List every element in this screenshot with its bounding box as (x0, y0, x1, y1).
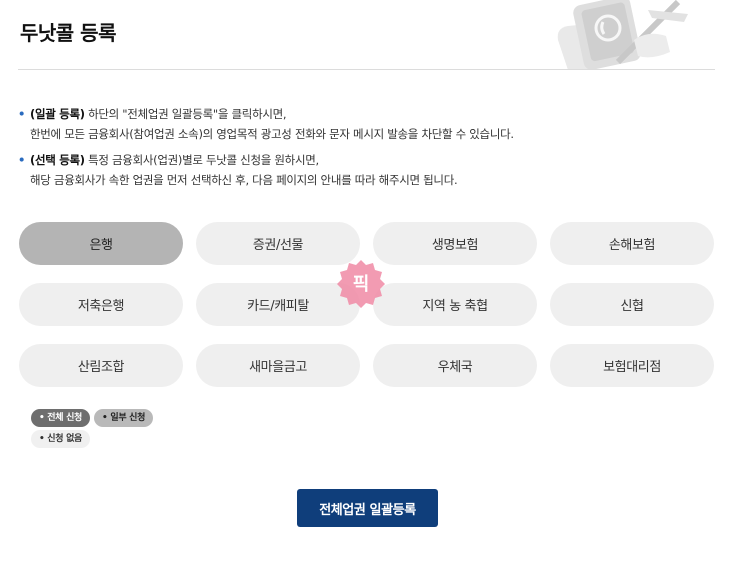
category-credit-union-button[interactable]: 신협 (550, 283, 714, 326)
note-bulk-registration: • (일괄 등록) 하단의 "전체업권 일괄등록"을 클릭하시면, 한번에 모든… (18, 104, 708, 144)
instruction-notes: • (일괄 등록) 하단의 "전체업권 일괄등록"을 클릭하시면, 한번에 모든… (18, 104, 708, 196)
note-text: 하단의 "전체업권 일괄등록"을 클릭하시면, (84, 107, 287, 121)
category-local-cooperative-button[interactable]: 지역 농 축협 (373, 283, 537, 326)
legend-no-application: • 신청 없음 (31, 430, 91, 448)
phone-block-illustration (557, 0, 688, 70)
category-community-credit-button[interactable]: 새마을금고 (196, 344, 360, 387)
note-heading: (선택 등록) (30, 153, 85, 167)
note-heading: (일괄 등록) (30, 107, 85, 121)
legend-partial-application: • 일부 신청 (94, 409, 154, 427)
category-bank-button[interactable]: 은행 (19, 222, 183, 265)
status-legend: • 전체 신청 • 일부 신청 • 신청 없음 (31, 409, 191, 451)
note-text: 해당 금융회사가 속한 업권을 먼저 선택하신 후, 다음 페이지의 안내를 따… (30, 173, 458, 187)
category-forestry-cooperative-button[interactable]: 산림조합 (19, 344, 183, 387)
note-text: 한번에 모든 금융회사(참여업권 소속)의 영업목적 광고성 전화와 문자 메시… (30, 127, 514, 141)
category-non-life-insurance-button[interactable]: 손해보험 (550, 222, 714, 265)
category-insurance-agency-button[interactable]: 보험대리점 (550, 344, 714, 387)
page-header: 두낫콜 등록 (0, 0, 730, 72)
bullet-icon: • (18, 153, 26, 167)
badge-label: 픽 (352, 274, 370, 295)
register-all-button[interactable]: 전체업권 일괄등록 (297, 489, 438, 527)
bullet-icon: • (18, 107, 26, 121)
note-text: 특정 금융회사(업권)별로 두낫콜 신청을 원하시면, (84, 153, 319, 167)
header-divider (18, 69, 715, 70)
note-selective-registration: • (선택 등록) 특정 금융회사(업권)별로 두낫콜 신청을 원하시면, 해당… (18, 150, 708, 190)
pick-badge: 픽 (336, 258, 386, 308)
category-post-office-button[interactable]: 우체국 (373, 344, 537, 387)
legend-full-application: • 전체 신청 (31, 409, 91, 427)
category-savings-bank-button[interactable]: 저축은행 (19, 283, 183, 326)
page-title: 두낫콜 등록 (20, 21, 116, 45)
category-life-insurance-button[interactable]: 생명보험 (373, 222, 537, 265)
